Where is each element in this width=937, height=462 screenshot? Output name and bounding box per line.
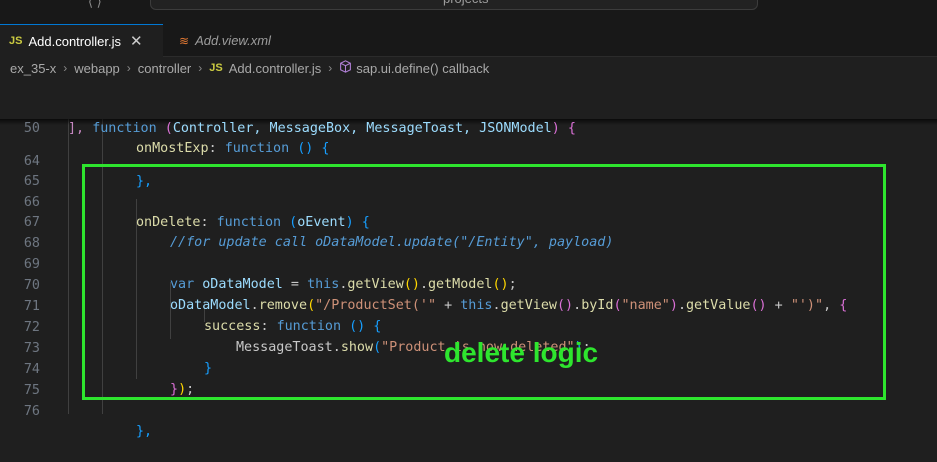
breadcrumb: ex_35-x › webapp › controller › JS Add.c…: [0, 57, 937, 79]
command-center-search[interactable]: projects: [150, 0, 758, 10]
tab-add-view[interactable]: ≋ Add.view.xml: [163, 24, 313, 57]
breadcrumb-symbol[interactable]: sap.ui.define() callback: [356, 61, 489, 76]
search-label: projects: [443, 0, 489, 6]
chevron-right-icon: ›: [328, 61, 333, 75]
js-file-icon: JS: [209, 62, 223, 74]
annotation-label: delete logic: [444, 337, 599, 368]
breadcrumb-item[interactable]: webapp: [74, 61, 120, 76]
breadcrumb-item[interactable]: controller: [138, 61, 191, 76]
close-tab-icon[interactable]: ✕: [130, 32, 143, 50]
tab-label: Add.controller.js: [28, 33, 121, 49]
editor-tab-bar: JS Add.controller.js ✕ ≋ Add.view.xml: [0, 12, 937, 57]
nav-arrows-icon[interactable]: ⟨ ⟩: [88, 0, 102, 10]
sticky-line[interactable]: 6 ], function (Controller, MessageBox, M…: [0, 79, 937, 136]
chevron-right-icon: ›: [63, 61, 68, 75]
code-text: },: [136, 424, 153, 439]
breadcrumb-item[interactable]: ex_35-x: [10, 61, 56, 76]
chevron-right-icon: ›: [198, 61, 203, 75]
cube-icon: [339, 60, 352, 76]
code-line[interactable]: 77: [0, 403, 937, 414]
code-text: ], function (Controller, MessageBox, Mes…: [68, 121, 576, 136]
xml-file-icon: ≋: [179, 33, 190, 48]
tab-label: Add.view.xml: [195, 33, 271, 48]
tab-add-controller[interactable]: JS Add.controller.js ✕: [0, 24, 163, 57]
breadcrumb-file[interactable]: Add.controller.js: [229, 61, 322, 76]
title-bar: ⟨ ⟩ projects: [0, 0, 937, 12]
js-file-icon: JS: [9, 35, 23, 47]
sticky-line[interactable]: 50 onMostExp: function () {: [0, 99, 937, 156]
chevron-right-icon: ›: [126, 61, 131, 75]
line-number: 50: [23, 121, 40, 136]
code-text: onMostExp: function () {: [136, 141, 330, 156]
